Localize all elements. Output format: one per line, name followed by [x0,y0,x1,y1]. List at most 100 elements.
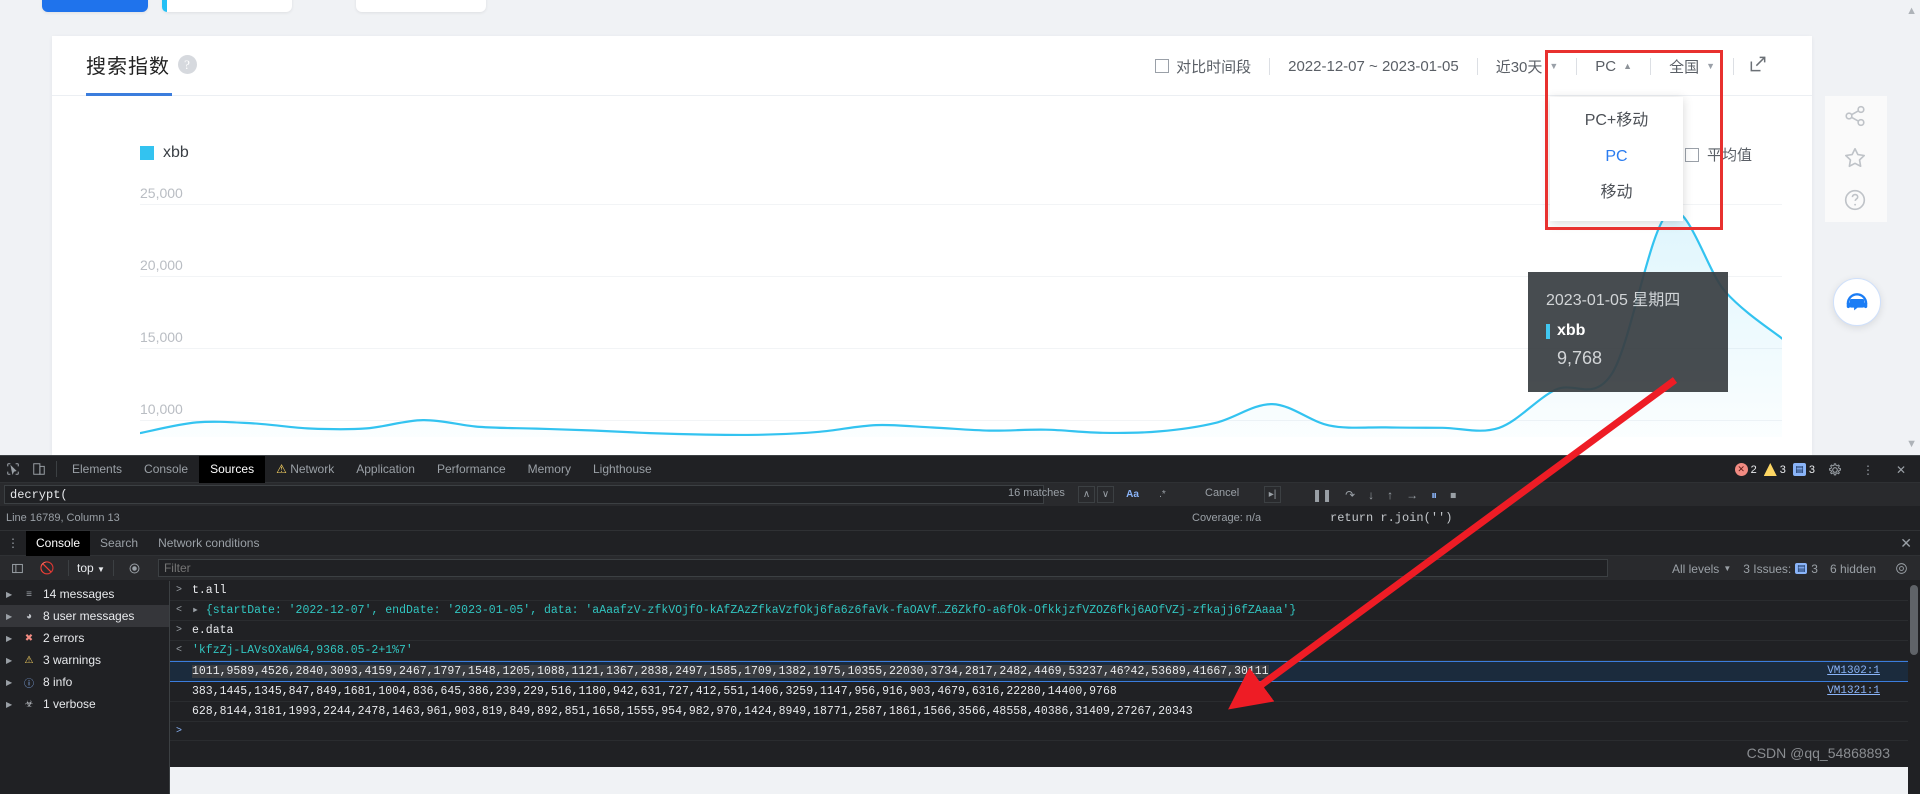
expand-triangle-icon[interactable]: ▶ [6,612,15,621]
share-icon[interactable] [1842,103,1870,131]
drawer-tab-search[interactable]: Search [90,531,148,556]
error-count-badge[interactable]: ✕ 2 [1735,463,1757,476]
step-into-icon[interactable]: ↓ [1368,488,1374,502]
search-next-icon[interactable]: ∨ [1097,486,1114,503]
console-message-input[interactable]: > t.all [170,581,1920,601]
tooltip-date: 2023-01-05 星期四 [1546,286,1710,310]
tab-memory[interactable]: Memory [517,456,582,483]
console-scrollbar[interactable] [1908,581,1920,794]
expand-triangle-icon[interactable]: ▶ [6,678,15,687]
tab-performance[interactable]: Performance [426,456,517,483]
console-sidebar-toggle-icon[interactable] [4,555,30,581]
issues-link[interactable]: 3 Issues: ▤ 3 [1743,562,1818,576]
top-card-active[interactable] [42,0,148,12]
tab-elements[interactable]: Elements [61,456,133,483]
step-over-icon[interactable]: ↷ [1345,488,1355,502]
device-select[interactable]: PC ▲ [1577,58,1650,75]
sidebar-item-errors[interactable]: ▶ ✖ 2 errors [0,627,169,649]
sidebar-item-info[interactable]: ▶ ⓘ 8 info [0,671,169,693]
console-toolbar: 🚫 top ▼ All levels ▼ 3 Issues: ▤ 3 6 hid… [0,556,1920,581]
dropdown-option-pc-mobile[interactable]: PC+移动 [1550,103,1683,139]
scrollbar-thumb[interactable] [1910,585,1918,655]
sidebar-item-warnings[interactable]: ▶ ⚠ 3 warnings [0,649,169,671]
help-circle-icon[interactable] [1842,187,1870,215]
drawer-tabbar: ⋮ Console Search Network conditions ✕ [0,531,1920,556]
star-icon[interactable] [1842,145,1870,173]
expand-triangle-icon[interactable]: ▶ [6,656,15,665]
step-icon[interactable]: → [1406,488,1418,502]
console-message-data-row[interactable]: 383,1445,1345,847,849,1681,1004,836,645,… [170,682,1920,702]
search-prev-icon[interactable]: ∧ [1078,486,1095,503]
devtools-status-area: ✕ 2 3 ▤ 3 ⋮ ✕ [1735,456,1914,483]
sidebar-item-verbose[interactable]: ▶ ☣ 1 verbose [0,693,169,715]
drawer-tab-network-conditions[interactable]: Network conditions [148,531,269,556]
customer-service-button[interactable] [1833,278,1881,326]
clear-console-icon[interactable]: 🚫 [34,555,60,581]
source-vm-link[interactable]: VM1302:1 [1827,662,1880,681]
compare-period-checkbox[interactable]: 对比时间段 [1137,56,1269,77]
console-message-input[interactable]: > e.data [170,621,1920,641]
pause-on-exceptions-icon[interactable]: ⏹ [1450,488,1456,503]
deactivate-breakpoints-icon[interactable]: ⏸ [1431,488,1437,503]
page-scroll-up-arrow[interactable]: ▲ [1906,5,1917,17]
device-toolbar-icon[interactable] [26,456,52,482]
tab-lighthouse[interactable]: Lighthouse [582,456,663,483]
chevron-down-icon: ▼ [1723,564,1731,573]
console-settings-gear-icon[interactable] [1888,556,1914,582]
expand-triangle-icon[interactable]: ▶ [6,634,15,643]
date-range-value: 2022-12-07 ~ 2023-01-05 [1288,58,1459,75]
tab-search-index[interactable]: 搜索指数 ? [86,50,197,79]
execution-context-select[interactable]: top ▼ [77,561,105,575]
period-select[interactable]: 近30天 ▼ [1478,56,1577,77]
use-regex-icon[interactable]: .* [1154,486,1171,503]
tab-console[interactable]: Console [133,456,199,483]
console-filter-input[interactable] [158,559,1608,577]
live-expression-eye-icon[interactable] [122,555,148,581]
drawer-tab-console[interactable]: Console [26,531,90,556]
console-message-data-row[interactable]: 1011,9589,4526,2840,3093,4159,2467,1797,… [170,661,1920,682]
search-panel-toggle-icon[interactable]: ▸| [1264,486,1281,503]
console-message-text: 'kfzZj-LAVsOXaW64,9368.05-2+1%7' [192,644,413,657]
issues-icon: ▤ [1793,463,1806,476]
dropdown-option-pc[interactable]: PC [1550,139,1683,175]
period-label: 近30天 [1496,56,1543,77]
date-range-picker[interactable]: 2022-12-07 ~ 2023-01-05 [1270,58,1477,75]
pause-icon[interactable]: ❚❚ [1312,488,1332,502]
close-devtools-icon[interactable]: ✕ [1888,457,1914,483]
more-options-icon[interactable]: ⋮ [1855,457,1881,483]
search-cancel-button[interactable]: Cancel [1205,487,1239,499]
page-scroll-down-arrow[interactable]: ▼ [1906,438,1917,450]
expand-triangle-icon[interactable]: ▶ [6,700,15,709]
match-case-icon[interactable]: Aa [1124,486,1141,503]
drawer-more-icon[interactable]: ⋮ [0,530,26,556]
issues-count-badge[interactable]: ▤ 3 [1793,463,1815,476]
console-message-output[interactable]: < ▸ {startDate: '2022-12-07', endDate: '… [170,601,1920,621]
dropdown-option-mobile[interactable]: 移动 [1550,175,1683,211]
step-out-icon[interactable]: ↑ [1387,488,1393,502]
device-dropdown-menu[interactable]: PC+移动 PC 移动 [1550,97,1683,221]
source-vm-link[interactable]: VM1321:1 [1827,682,1880,701]
expand-triangle-icon[interactable]: ▶ [6,590,15,599]
top-card-third[interactable] [356,0,486,12]
sidebar-item-messages[interactable]: ▶ ≡ 14 messages [0,583,169,605]
expand-triangle-icon[interactable]: ▸ [192,604,199,617]
log-levels-select[interactable]: All levels ▼ [1672,562,1731,576]
tab-sources[interactable]: Sources [199,456,265,483]
console-message-output[interactable]: < 'kfzZj-LAVsOXaW64,9368.05-2+1%7' [170,641,1920,661]
drawer-close-icon[interactable]: ✕ [1900,535,1912,552]
console-messages-list[interactable]: > t.all < ▸ {startDate: '2022-12-07', en… [170,581,1920,794]
external-link-icon[interactable] [1734,54,1782,78]
tab-network[interactable]: ⚠ Network [265,456,345,483]
sources-search-input[interactable] [4,485,1044,504]
console-message-data-row[interactable]: 628,8144,3181,1993,2244,2478,1463,961,90… [170,702,1920,722]
region-select[interactable]: 全国 ▼ [1651,56,1733,77]
console-message-text: 1011,9589,4526,2840,3093,4159,2467,1797,… [192,665,1269,678]
top-card-second[interactable] [162,0,292,12]
inspect-element-icon[interactable] [0,456,26,482]
sidebar-item-user-messages[interactable]: ▶ ◕ 8 user messages [0,605,169,627]
question-circle-icon[interactable]: ? [178,55,197,74]
console-prompt-row[interactable]: > [170,722,1920,741]
tab-application[interactable]: Application [345,456,426,483]
warning-count-badge[interactable]: 3 [1764,463,1786,476]
settings-gear-icon[interactable] [1822,457,1848,483]
